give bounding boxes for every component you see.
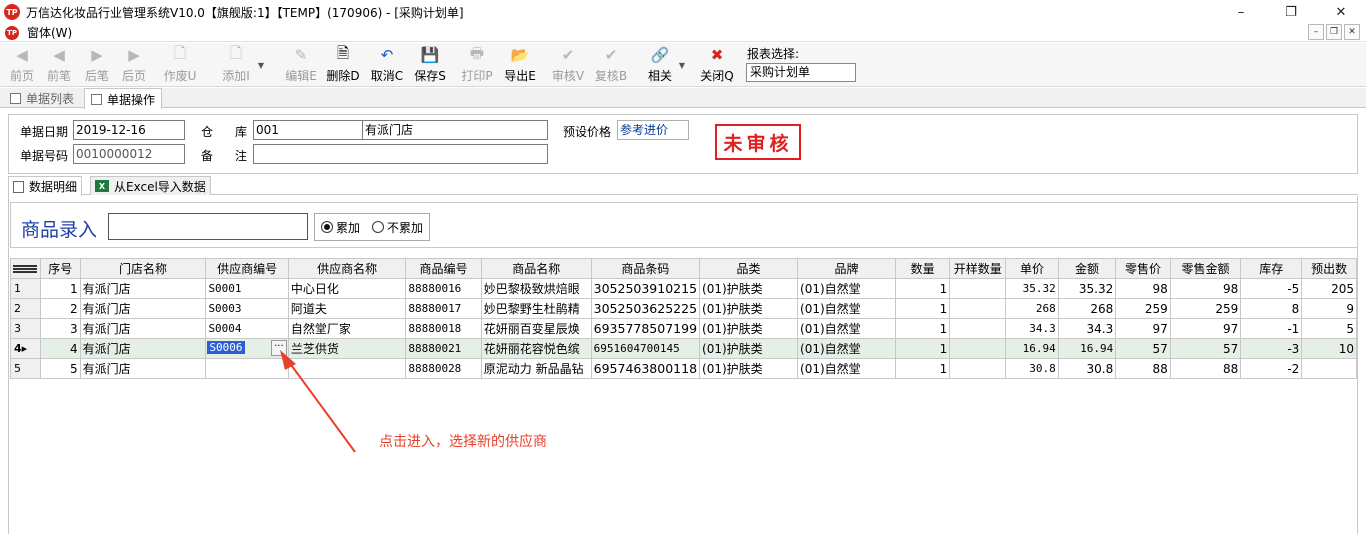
annotation-arrow (280, 350, 356, 453)
annotation-text: 点击进入，选择新的供应商 (379, 434, 547, 450)
